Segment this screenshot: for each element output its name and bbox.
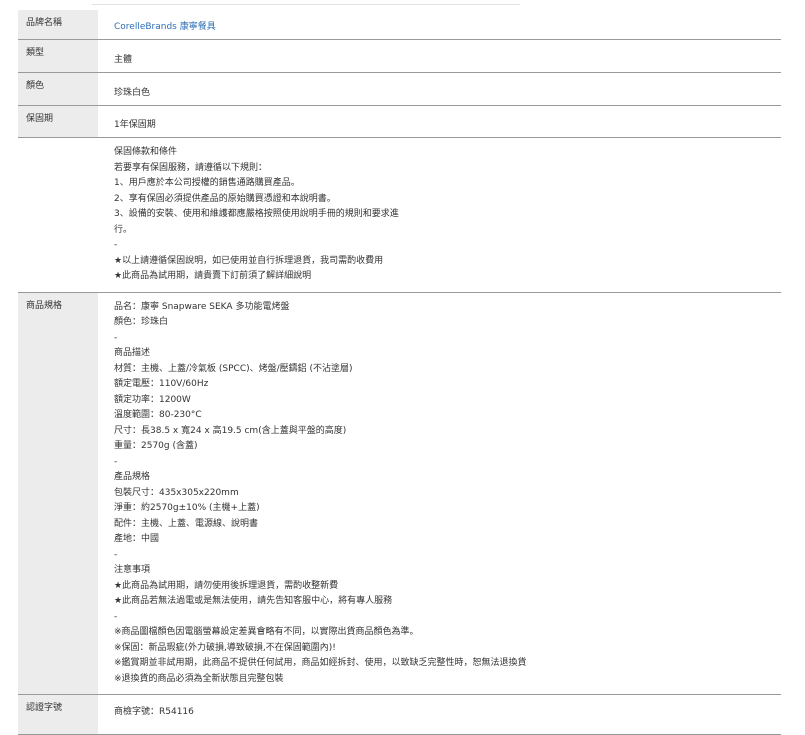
text-line: - (114, 549, 118, 560)
warranty-terms: 保固條款和條件 若要享有保固服務，請遵循以下規則： 1、用戶應於本公司授權的銷售… (98, 137, 781, 293)
row-label: 類型 (18, 39, 98, 73)
row-label: 品牌名稱 (18, 10, 98, 40)
text-line: 若要享有保固服務，請遵循以下規則： (114, 162, 268, 173)
text-line: ★此商品為試用期，請勿使用後拆理退貨，需酌收整新費 (114, 580, 339, 591)
text-line: 重量：2570g (含蓋) (114, 441, 198, 451)
color-value: 珍珠白色 (98, 72, 781, 106)
text-line: - (114, 332, 118, 343)
row-label: 商品規格 (18, 292, 98, 695)
spec-row-warranty-terms: 保固條款和條件 若要享有保固服務，請遵循以下規則： 1、用戶應於本公司授權的銷售… (18, 137, 781, 293)
text-line: 淨重：約2570g±10% (主機+上蓋) (114, 503, 260, 513)
text-line: 品名：康寧 Snapware SEKA 多功能電烤盤 (114, 301, 290, 312)
text-line: 額定電壓：110V/60Hz (114, 379, 209, 389)
spec-row-color: 顏色 珍珠白色 (18, 72, 781, 106)
text-line: ※商品圖檔顏色因電腦螢幕設定差異會略有不同，以實際出貨商品顏色為準。 (114, 627, 419, 637)
text-line: 材質：主機、上蓋/冷氣板 (SPCC)、烤盤/壓鑄鋁 (不沾塗層) (114, 363, 353, 374)
row-label: 保固期 (18, 105, 98, 138)
text-line: - (114, 240, 118, 250)
text-line: ★此商品若無法過電或是無法使用，請先告知客服中心，將有專人服務 (114, 596, 393, 606)
text-line: 2、享有保固必須提供產品的原始購買憑證和本說明書。 (114, 193, 336, 204)
text-line: 行。 (114, 224, 133, 235)
text-line: ★此商品為試用期，請貴賣下訂前須了解詳細說明 (114, 271, 312, 281)
spec-row-product-name: 品牌名稱 CorelleBrands 康寧餐具 (18, 10, 781, 40)
text-line: - (114, 456, 118, 467)
text-line: 顏色：珍珠白 (114, 317, 169, 327)
text-line: ※鑑賞期並非試用期，此商品不提供任何試用，商品如經拆封、使用，以致缺乏完整性時，… (114, 658, 527, 668)
spec-details: 品名：康寧 Snapware SEKA 多功能電烤盤 顏色：珍珠白 - 商品描述… (98, 292, 781, 695)
text-line: ★以上請遵循保固說明，如已使用並自行拆理退貨，我司需酌收費用 (114, 255, 384, 266)
text-line: 產地：中國 (114, 534, 160, 544)
type-value: 主體 (98, 39, 781, 73)
text-line: 商品描述 (114, 348, 151, 358)
text-line: ※退換貨的商品必須為全新狀態且完整包裝 (114, 673, 284, 684)
product-spec-table: 品牌名稱 CorelleBrands 康寧餐具 類型 主體 顏色 珍珠白色 保固… (18, 10, 781, 735)
text-line: 尺寸：長38.5 x 寬24 x 高19.5 cm(含上蓋與平盤的高度) (114, 425, 347, 436)
text-line: 產品規格 (114, 472, 151, 482)
cert-value: 商檢字號：R54116 (98, 694, 781, 735)
text-line: 保固條款和條件 (114, 147, 178, 157)
text-line: 3、設備的安裝、使用和維護都應嚴格按照使用說明手冊的規則和要求進 (114, 209, 399, 219)
text-line: - (114, 611, 118, 622)
spec-row-cert: 認證字號 商檢字號：R54116 (18, 694, 781, 735)
top-divider (92, 4, 520, 5)
product-name-value: CorelleBrands 康寧餐具 (98, 10, 781, 40)
text-line: 溫度範圍：80-230°C (114, 410, 202, 420)
warranty-value: 1年保固期 (98, 105, 781, 138)
text-line: 包裝尺寸：435x305x220mm (114, 487, 239, 498)
spec-row-spec: 商品規格 品名：康寧 Snapware SEKA 多功能電烤盤 顏色：珍珠白 -… (18, 292, 781, 695)
text-line: 1、用戶應於本公司授權的銷售通路購買產品。 (114, 178, 300, 188)
row-label-empty (18, 137, 98, 293)
text-line: ※保固：新品瑕疵(外力破損,導致破損,不在保固範圍內)! (114, 642, 336, 653)
text-line: 配件：主機、上蓋、電源線、說明書 (114, 518, 259, 529)
spec-row-type: 類型 主體 (18, 39, 781, 73)
row-label: 顏色 (18, 72, 98, 106)
text-line: 額定功率：1200W (114, 394, 191, 405)
spec-row-warranty: 保固期 1年保固期 (18, 105, 781, 138)
text-line: 注意事項 (114, 565, 151, 575)
row-label: 認證字號 (18, 694, 98, 735)
